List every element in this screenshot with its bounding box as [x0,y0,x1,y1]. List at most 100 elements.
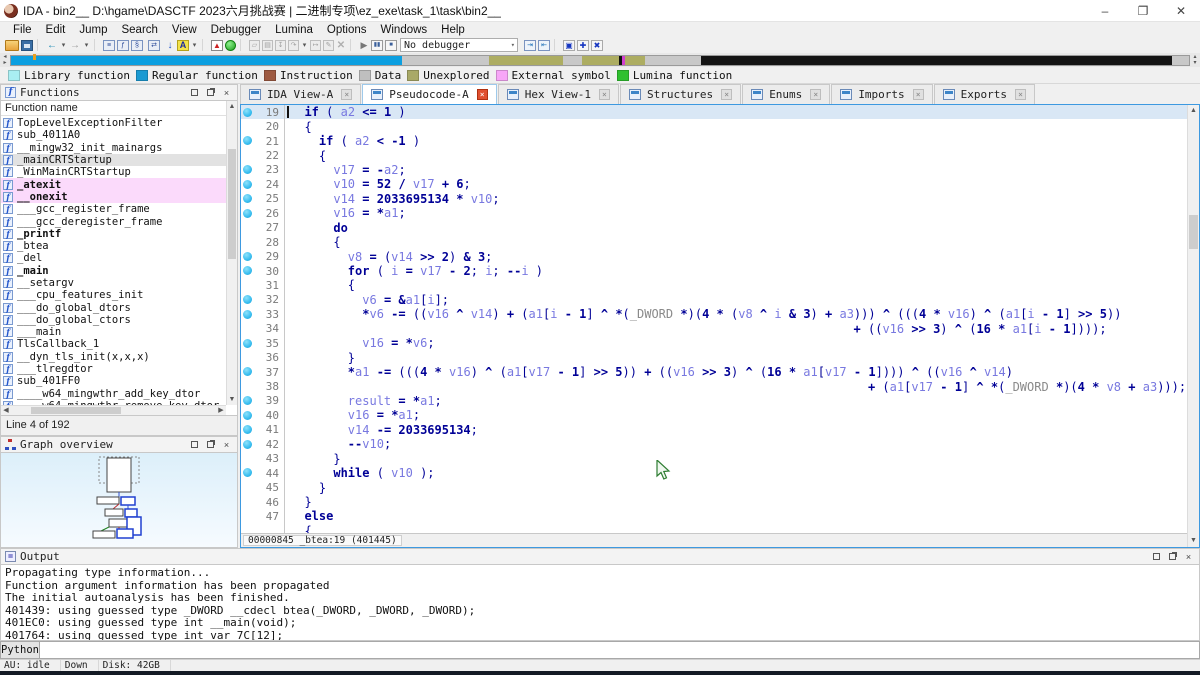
jump-by-name-icon[interactable]: ≡ [103,39,115,51]
code-line[interactable]: 21 if ( a2 < -1 ) [241,133,1187,149]
code-line[interactable]: 43 } [241,451,1187,466]
line-marker-icon[interactable] [243,468,252,478]
code-line[interactable]: 28 { [241,234,1187,250]
functions-close-icon[interactable]: × [220,87,233,98]
function-list-item[interactable]: f ___main [1,326,226,338]
line-marker-icon[interactable] [243,309,252,319]
function-list-item[interactable]: f __setargv [1,277,226,289]
code-gutter[interactable]: 30 [241,263,285,279]
code-line[interactable]: 23 v17 = -a2; [241,162,1187,178]
code-line[interactable]: 34 + ((v16 >> 3) ^ (16 * a1[i - 1]))); [241,321,1187,336]
forward-history-dropdown-icon[interactable]: ▾ [83,39,90,52]
code-gutter[interactable]: 36 [241,350,285,365]
functions-panel-header[interactable]: f Functions × [0,84,238,101]
function-list-item[interactable]: f ___gcc_deregister_frame [1,215,226,228]
maximize-button[interactable]: ❐ [1124,0,1162,22]
functions-restore-icon[interactable] [188,87,201,98]
navband-segment[interactable] [701,55,1173,65]
output-restore-icon[interactable] [1150,551,1163,562]
step-into-icon[interactable]: ⇥ [524,39,536,51]
line-marker-icon[interactable] [243,179,252,189]
code-gutter[interactable]: 35 [241,336,285,351]
code-line[interactable]: 27 do [241,220,1187,235]
code-gutter[interactable]: 20 [241,119,285,134]
code-line[interactable]: 39 result = *a1; [241,393,1187,409]
code-gutter[interactable]: 23 [241,162,285,178]
navband-segment[interactable] [402,55,490,65]
tab-close-icon[interactable]: × [598,89,610,100]
function-list-item[interactable]: f sub_4011A0 [1,129,226,141]
functions-column-header[interactable]: Function name [1,101,237,116]
graph-close-icon[interactable]: × [220,439,233,450]
graph-overview-canvas[interactable] [0,453,238,548]
line-marker-icon[interactable] [243,338,252,348]
line-marker-icon[interactable] [243,208,252,218]
debug-step-over-icon[interactable]: ↷ [288,39,299,51]
code-line[interactable]: 37 *a1 -= (((4 * v16) ^ (a1[v17 - 1] >> … [241,364,1187,380]
line-marker-icon[interactable] [243,107,252,117]
output-close-icon[interactable]: × [1182,551,1195,562]
tab-imports[interactable]: Imports × [831,84,933,104]
code-gutter[interactable]: 29 [241,249,285,264]
navigation-band[interactable]: ◂ ▸ ▴ ▾ [0,53,1200,67]
code-line[interactable]: 25 v14 = 2033695134 * v10; [241,191,1187,207]
menu-debugger[interactable]: Debugger [204,24,269,36]
line-marker-icon[interactable] [243,194,252,204]
code-gutter[interactable]: 43 [241,451,285,466]
code-line[interactable]: 46 } [241,494,1187,510]
python-command-input[interactable] [40,641,1200,659]
code-line[interactable]: 20 { [241,119,1187,134]
navband-segment[interactable] [644,55,702,65]
lumina-metadata-icon[interactable]: ▲ [211,39,223,51]
menu-windows[interactable]: Windows [374,24,435,36]
code-gutter[interactable]: 22 [241,148,285,163]
minimize-button[interactable]: – [1086,0,1124,22]
tab-enums[interactable]: Enums × [742,84,831,104]
debug-cancel-icon[interactable]: ✕ [336,39,346,52]
navband-segment[interactable] [1172,55,1189,65]
code-line[interactable]: 42 --v10; [241,437,1187,452]
line-marker-icon[interactable] [243,367,252,377]
code-gutter[interactable]: 28 [241,234,285,250]
function-list-item[interactable]: f _printf [1,228,226,240]
line-marker-icon[interactable] [243,165,252,175]
code-line[interactable]: 29 v8 = (v14 >> 2) & 3; [241,249,1187,264]
code-gutter[interactable]: 47 [241,509,285,524]
python-prompt-button[interactable]: Python [0,641,40,659]
code-gutter[interactable]: 24 [241,177,285,192]
tab-hex-view-1[interactable]: Hex View-1 × [497,84,619,104]
code-gutter[interactable]: 19 [241,105,285,120]
pseudocode-view[interactable]: 19 if ( a2 <= 1 ) 20 {21 if ( a2 < -1 ) 22… [241,105,1187,533]
code-line[interactable]: 19 if ( a2 <= 1 ) [241,105,1187,120]
code-gutter[interactable]: 46 [241,494,285,510]
functions-vertical-scrollbar[interactable]: ▲ ▼ [226,101,237,405]
text-view-icon[interactable]: A [177,39,189,51]
code-gutter[interactable]: 25 [241,191,285,207]
tab-close-icon[interactable]: × [721,89,733,100]
function-list-item[interactable]: f _main [1,265,226,277]
function-list-item[interactable]: f __dyn_tls_init(x,x,x) [1,351,226,363]
code-gutter[interactable]: 40 [241,408,285,423]
jump-to-function-icon[interactable]: ƒ [117,39,129,51]
debug-dropdown-icon[interactable]: ▾ [301,39,308,52]
navigate-forward-icon[interactable]: → [69,39,81,52]
code-line[interactable]: 35 v16 = *v6; [241,336,1187,351]
tab-pseudocode-a[interactable]: Pseudocode-A × [362,84,497,104]
function-list-item[interactable]: f _atexit [1,178,226,191]
line-marker-icon[interactable] [243,136,252,146]
stop-process-icon[interactable]: ■ [385,39,397,51]
code-line[interactable]: 31 { [241,278,1187,293]
code-gutter[interactable]: 27 [241,220,285,235]
line-marker-icon[interactable] [243,410,252,420]
graph-float-icon[interactable] [204,439,217,450]
code-gutter[interactable] [241,523,285,533]
function-list-item[interactable]: f _WinMainCRTStartup [1,166,226,178]
tab-close-icon[interactable]: × [341,89,353,100]
remove-breakpoint-icon[interactable]: ✖ [591,39,603,51]
code-gutter[interactable]: 37 [241,364,285,380]
code-line[interactable]: { [241,523,1187,533]
code-gutter[interactable]: 34 [241,321,285,336]
graph-overview-header[interactable]: Graph overview × [0,436,238,453]
code-line[interactable]: 22 { [241,148,1187,163]
jump-to-segment-icon[interactable]: § [131,39,143,51]
